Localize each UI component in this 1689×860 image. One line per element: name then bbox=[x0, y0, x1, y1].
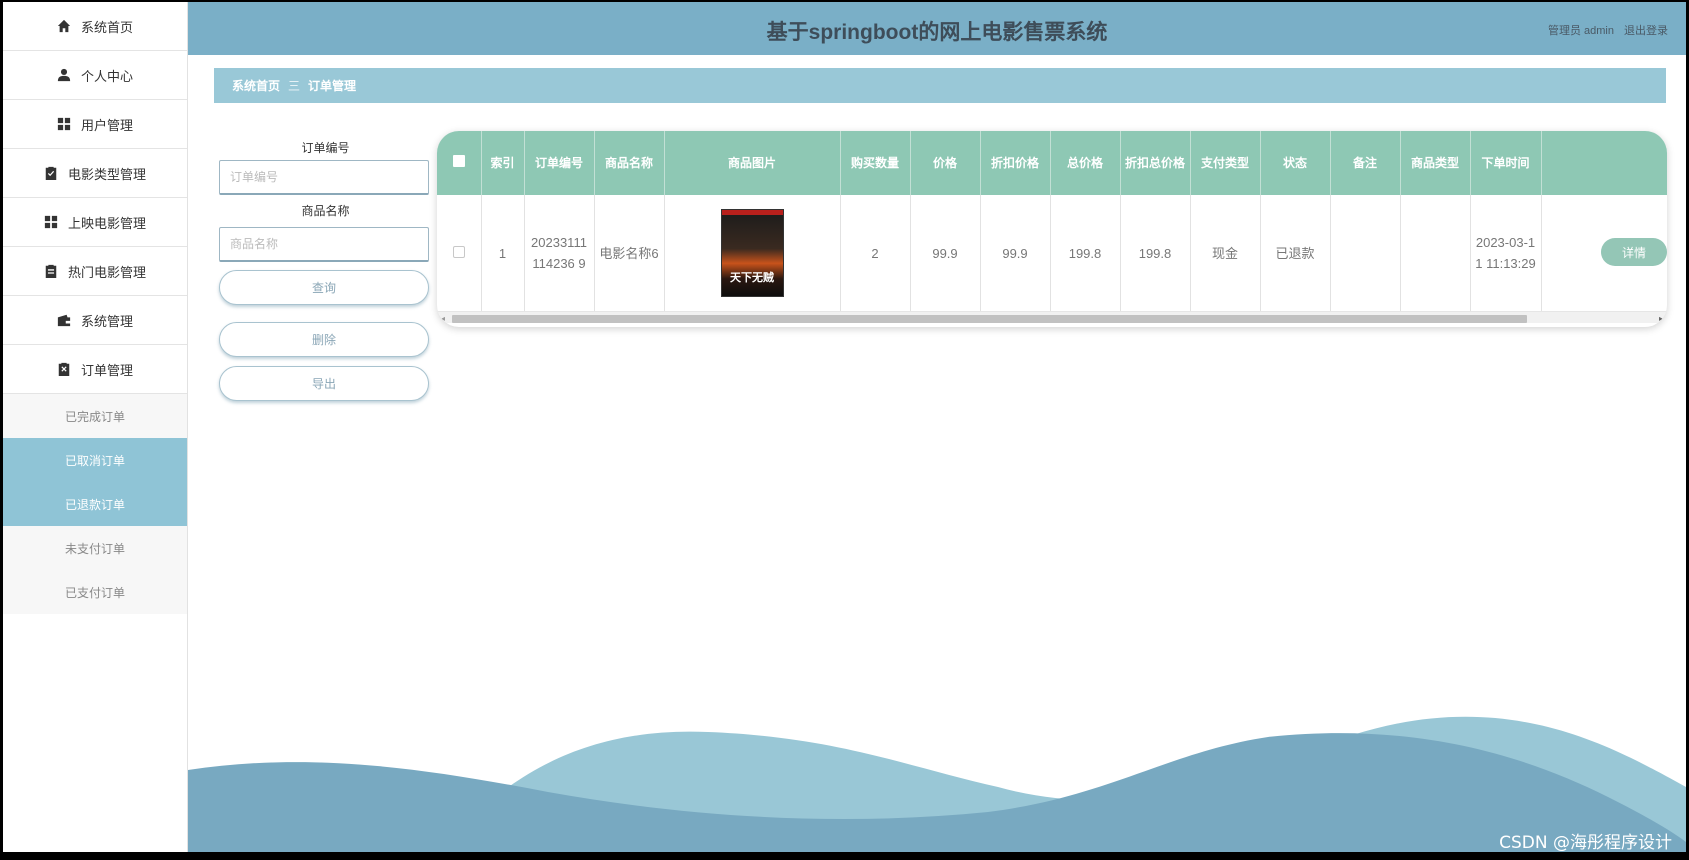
decorative-waves bbox=[188, 716, 1686, 852]
page-title: 基于springboot的网上电影售票系统 bbox=[766, 21, 1108, 44]
clipboard-x-icon bbox=[58, 362, 70, 376]
clipboard-icon bbox=[45, 264, 57, 278]
order-no-input[interactable] bbox=[219, 160, 429, 195]
sidebar-item-label: 电影类型管理 bbox=[67, 166, 146, 182]
horizontal-scrollbar[interactable]: ◂ ▸ bbox=[437, 311, 1667, 323]
column-header: 商品图片 bbox=[664, 131, 841, 195]
breadcrumb-separator: 三 bbox=[288, 79, 301, 93]
breadcrumb-current: 订单管理 bbox=[308, 79, 357, 93]
column-header: 备注 bbox=[1330, 131, 1401, 195]
sidebar-item-label: 订单管理 bbox=[80, 362, 133, 378]
export-button[interactable]: 导出 bbox=[219, 366, 429, 401]
column-header: 总价格 bbox=[1050, 131, 1121, 195]
logout-link[interactable]: 退出登录 bbox=[1624, 22, 1668, 38]
sidebar-item-label: 上映电影管理 bbox=[67, 215, 146, 231]
admin-label: 管理员 admin bbox=[1547, 25, 1614, 37]
action-column-header bbox=[1541, 131, 1667, 195]
grid-icon bbox=[57, 117, 71, 131]
header: 基于springboot的网上电影售票系统 管理员 admin 退出登录 bbox=[188, 2, 1686, 55]
detail-button[interactable]: 详情 bbox=[1601, 238, 1667, 266]
cell-remark bbox=[1330, 195, 1401, 311]
cell-order-time: 2023-03-11 11:13:29 bbox=[1470, 195, 1542, 311]
column-header: 索引 bbox=[481, 131, 525, 195]
search-panel: 订单编号 商品名称 查询 删除 导出 bbox=[219, 138, 432, 401]
column-header: 订单编号 bbox=[524, 131, 595, 195]
sidebar-item-label: 系统首页 bbox=[80, 19, 133, 35]
cell-product-type bbox=[1400, 195, 1471, 311]
sidebar-item-label: 用户管理 bbox=[80, 117, 133, 133]
cell-order-no: 20233111114236 9 bbox=[524, 195, 595, 311]
wallet-icon bbox=[57, 314, 71, 327]
sidebar-item-users[interactable]: 用户管理 bbox=[3, 100, 187, 149]
cell-quantity: 2 bbox=[840, 195, 911, 311]
sidebar-subitem-unpaid-orders[interactable]: 未支付订单 bbox=[3, 526, 187, 570]
delete-button[interactable]: 删除 bbox=[219, 322, 429, 357]
sidebar-item-showing-movies[interactable]: 上映电影管理 bbox=[3, 198, 187, 247]
cell-product-image: 天下无贼 bbox=[664, 195, 841, 311]
column-header: 商品名称 bbox=[594, 131, 665, 195]
orders-table: 索引 订单编号 商品名称 商品图片 购买数量 价格 折扣价格 总价格 折扣总价格… bbox=[437, 131, 1667, 311]
watermark: CSDN @海彤程序设计 bbox=[1499, 833, 1672, 852]
order-no-label: 订单编号 bbox=[301, 141, 350, 155]
column-header: 折扣总价格 bbox=[1120, 131, 1191, 195]
sidebar-item-label: 热门电影管理 bbox=[67, 264, 146, 280]
poster-caption: 天下无贼 bbox=[730, 271, 774, 284]
sidebar-item-hot-movies[interactable]: 热门电影管理 bbox=[3, 247, 187, 296]
breadcrumb-home[interactable]: 系统首页 bbox=[232, 77, 280, 94]
column-header: 状态 bbox=[1260, 131, 1331, 195]
user-info: 管理员 admin 退出登录 bbox=[1548, 22, 1668, 38]
cell-index: 1 bbox=[481, 195, 525, 311]
scrollbar-thumb[interactable] bbox=[452, 315, 1527, 323]
cell-discount-price: 99.9 bbox=[980, 195, 1051, 311]
sidebar-item-profile[interactable]: 个人中心 bbox=[3, 51, 187, 100]
product-name-label: 商品名称 bbox=[301, 204, 350, 218]
column-header: 支付类型 bbox=[1190, 131, 1261, 195]
movie-poster-image: 天下无贼 bbox=[720, 209, 784, 297]
sidebar-item-label: 个人中心 bbox=[80, 68, 133, 84]
grid-icon bbox=[44, 215, 58, 229]
row-checkbox[interactable] bbox=[452, 245, 465, 258]
sidebar-item-home[interactable]: 系统首页 bbox=[3, 2, 187, 51]
breadcrumb: 系统首页 三 订单管理 bbox=[214, 68, 1666, 103]
select-all-cell bbox=[437, 131, 482, 195]
cell-discount-total: 199.8 bbox=[1120, 195, 1191, 311]
user-icon bbox=[57, 68, 71, 82]
cell-product-name: 电影名称6 bbox=[594, 195, 665, 311]
column-header: 价格 bbox=[910, 131, 981, 195]
table-row: 1 20233111114236 9 电影名称6 天下无贼 2 99.9 99.… bbox=[437, 195, 1667, 311]
clipboard-check-icon bbox=[45, 166, 57, 180]
sidebar-item-system[interactable]: 系统管理 bbox=[3, 296, 187, 345]
query-button[interactable]: 查询 bbox=[219, 270, 429, 305]
scroll-right-icon[interactable]: ▸ bbox=[1659, 315, 1663, 323]
sidebar-subitem-cancelled-orders[interactable]: 已取消订单 bbox=[3, 438, 187, 482]
table-header-row: 索引 订单编号 商品名称 商品图片 购买数量 价格 折扣价格 总价格 折扣总价格… bbox=[437, 131, 1667, 195]
cell-price: 99.9 bbox=[910, 195, 981, 311]
cell-pay-type: 现金 bbox=[1190, 195, 1261, 311]
cell-status: 已退款 bbox=[1260, 195, 1331, 311]
row-select-cell bbox=[437, 195, 482, 311]
app-window: 系统首页 个人中心 用户管理 电影类型管理 上映电影管理 热门电影管理 系统管理 bbox=[3, 2, 1686, 852]
select-all-checkbox[interactable] bbox=[452, 155, 465, 167]
sidebar: 系统首页 个人中心 用户管理 电影类型管理 上映电影管理 热门电影管理 系统管理 bbox=[3, 2, 188, 852]
column-header: 下单时间 bbox=[1470, 131, 1542, 195]
sidebar-subitem-completed-orders[interactable]: 已完成订单 bbox=[3, 394, 187, 438]
sidebar-subitem-refunded-orders[interactable]: 已退款订单 bbox=[3, 482, 187, 526]
sidebar-item-label: 系统管理 bbox=[80, 313, 133, 329]
sidebar-subitem-paid-orders[interactable]: 已支付订单 bbox=[3, 570, 187, 614]
scroll-left-icon[interactable]: ◂ bbox=[441, 315, 445, 323]
column-header: 购买数量 bbox=[840, 131, 911, 195]
sidebar-item-movie-types[interactable]: 电影类型管理 bbox=[3, 149, 187, 198]
orders-table-card: 索引 订单编号 商品名称 商品图片 购买数量 价格 折扣价格 总价格 折扣总价格… bbox=[437, 131, 1667, 327]
column-header: 折扣价格 bbox=[980, 131, 1051, 195]
product-name-input[interactable] bbox=[219, 227, 429, 262]
column-header: 商品类型 bbox=[1400, 131, 1471, 195]
cell-total-price: 199.8 bbox=[1050, 195, 1121, 311]
home-icon bbox=[57, 19, 71, 33]
sidebar-item-orders[interactable]: 订单管理 bbox=[3, 345, 187, 394]
